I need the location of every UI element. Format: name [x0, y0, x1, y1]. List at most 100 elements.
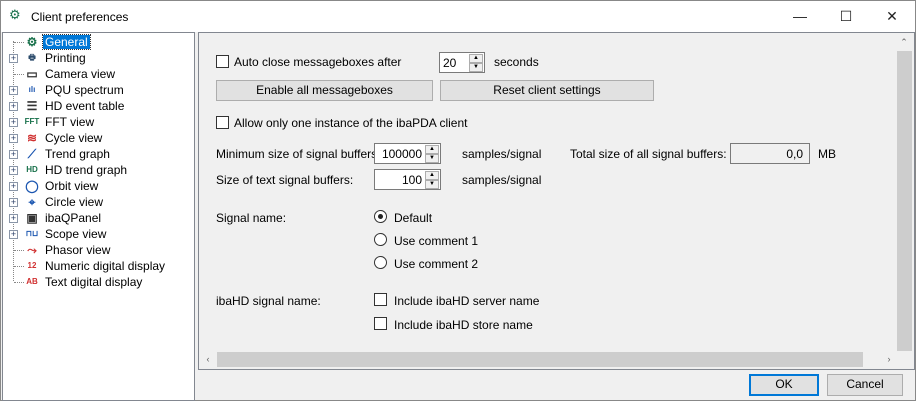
one-instance-checkbox[interactable] [216, 116, 229, 129]
expand-icon[interactable]: + [9, 214, 18, 223]
tree-item-label: Cycle view [45, 131, 103, 145]
fft-icon: FFT [24, 117, 40, 126]
radio-default-label: Default [394, 211, 433, 225]
expand-icon[interactable]: + [9, 182, 18, 191]
spin-up-icon[interactable]: ▲ [425, 171, 439, 180]
unit-label: samples/signal [462, 173, 542, 187]
scroll-left-icon[interactable]: ‹ [200, 351, 216, 368]
include-hd-server-label: Include ibaHD server name [394, 294, 540, 308]
minimize-button[interactable]: — [777, 1, 823, 32]
expand-icon[interactable]: + [9, 54, 18, 63]
expand-icon[interactable]: + [9, 198, 18, 207]
cycle-icon: ≋ [26, 131, 38, 145]
radio-default[interactable] [374, 210, 387, 223]
tree-item-numeric-digital-display[interactable]: 12 Numeric digital display [3, 258, 193, 274]
tree-item-label: Scope view [45, 227, 107, 241]
spin-up-icon[interactable]: ▲ [425, 145, 439, 154]
reset-client-settings-button[interactable]: Reset client settings [440, 80, 654, 101]
hd-trend-icon: HD [26, 165, 38, 174]
tree-item-label: PQU spectrum [45, 83, 124, 97]
title-bar: ⚙ Client preferences — ☐ ✕ [1, 1, 915, 32]
total-size-field: 0,0 [730, 143, 810, 164]
tree-line [14, 74, 24, 75]
expand-icon[interactable]: + [9, 150, 18, 159]
tree-item-phasor-view[interactable]: ⤳ Phasor view [3, 242, 193, 258]
scope-icon: ⊓⊔ [25, 229, 39, 238]
tree-item-label: Numeric digital display [45, 259, 166, 273]
trend-icon: ⟋ [27, 147, 37, 161]
text-size-label: Size of text signal buffers: [216, 173, 354, 187]
close-button[interactable]: ✕ [869, 1, 915, 32]
spectrum-icon: ılı [28, 85, 36, 94]
expand-icon[interactable]: + [9, 86, 18, 95]
enable-all-messageboxes-button[interactable]: Enable all messageboxes [216, 80, 433, 101]
expand-icon[interactable]: + [9, 134, 18, 143]
tree-item-label: Phasor view [45, 243, 111, 257]
tree-item-scope-view[interactable]: + ⊓⊔ Scope view [3, 226, 193, 242]
tree-item-label: Camera view [45, 67, 116, 81]
tree-item-label: HD event table [45, 99, 125, 113]
tree-item-label: Circle view [45, 195, 104, 209]
tree-item-hd-trend-graph[interactable]: + HD HD trend graph [3, 162, 193, 178]
tree-item-circle-view[interactable]: + ⌖ Circle view [3, 194, 193, 210]
radio-comment-1-label: Use comment 1 [394, 234, 479, 248]
event-table-icon: ☰ [26, 99, 38, 113]
client-preferences-window: ⚙ Client preferences — ☐ ✕ ⚙ General + 🖶 Pri… [0, 0, 916, 401]
phasor-icon: ⤳ [27, 243, 37, 257]
min-size-spinner[interactable]: 100000 ▲ ▼ [374, 143, 441, 164]
spin-up-icon[interactable]: ▲ [469, 54, 483, 63]
expand-icon[interactable]: + [9, 166, 18, 175]
text-size-spinner[interactable]: 100 ▲ ▼ [374, 169, 441, 190]
tree-item-trend-graph[interactable]: + ⟋ Trend graph [3, 146, 193, 162]
spin-down-icon[interactable]: ▼ [469, 63, 483, 72]
vertical-scrollbar[interactable]: ⌃ [896, 34, 913, 352]
auto-close-seconds-spinner[interactable]: 20 ▲ ▼ [439, 52, 485, 73]
auto-close-label: Auto close messageboxes after [234, 55, 402, 69]
orbit-icon: ◯ [25, 179, 39, 193]
tree-item-printing[interactable]: + 🖶 Printing [3, 50, 193, 66]
scroll-up-icon[interactable]: ⌃ [896, 34, 912, 51]
printer-icon: 🖶 [28, 53, 36, 62]
horizontal-scrollbar[interactable]: ‹ › [200, 351, 897, 368]
spin-down-icon[interactable]: ▼ [425, 154, 439, 163]
tree-line [14, 250, 24, 251]
tree-line [14, 42, 24, 43]
scrollbar-thumb[interactable] [217, 352, 863, 367]
include-hd-server-checkbox[interactable] [374, 293, 387, 306]
min-size-label: Minimum size of signal buffers: [216, 147, 381, 161]
tree-item-orbit-view[interactable]: + ◯ Orbit view [3, 178, 193, 194]
tree-item-hd-event-table[interactable]: + ☰ HD event table [3, 98, 193, 114]
spin-down-icon[interactable]: ▼ [425, 180, 439, 189]
expand-icon[interactable]: + [9, 118, 18, 127]
tree-item-pqu-spectrum[interactable]: + ılı PQU spectrum [3, 82, 193, 98]
qpanel-icon: ▣ [26, 211, 38, 225]
tree-item-general[interactable]: ⚙ General [3, 34, 193, 50]
tree-item-label: Text digital display [45, 275, 143, 289]
tree-line [14, 266, 24, 267]
ok-button[interactable]: OK [749, 374, 819, 396]
camera-icon: ▭ [26, 67, 38, 81]
include-hd-store-checkbox[interactable] [374, 317, 387, 330]
cancel-button[interactable]: Cancel [827, 374, 903, 396]
total-size-label: Total size of all signal buffers: [570, 147, 727, 161]
tree-item-cycle-view[interactable]: + ≋ Cycle view [3, 130, 193, 146]
auto-close-checkbox[interactable] [216, 55, 229, 68]
tree-item-label: Printing [45, 51, 86, 65]
radio-comment-1[interactable] [374, 233, 387, 246]
tree-item-camera-view[interactable]: ▭ Camera view [3, 66, 193, 82]
mb-label: MB [818, 147, 836, 161]
tree-item-fft-view[interactable]: + FFT FFT view [3, 114, 193, 130]
numeric-display-icon: 12 [27, 261, 37, 270]
tree-item-text-digital-display[interactable]: AB Text digital display [3, 274, 193, 290]
maximize-button[interactable]: ☐ [823, 1, 869, 32]
scroll-right-icon[interactable]: › [881, 351, 897, 368]
tree-item-ibaqpanel[interactable]: + ▣ ibaQPanel [3, 210, 193, 226]
general-settings-panel: Auto close messageboxes after 20 ▲ ▼ seco… [198, 32, 915, 370]
hd-signal-name-label: ibaHD signal name: [216, 294, 321, 308]
expand-icon[interactable]: + [9, 102, 18, 111]
one-instance-label: Allow only one instance of the ibaPDA cl… [234, 116, 468, 130]
scrollbar-thumb[interactable] [897, 51, 912, 351]
radio-comment-2[interactable] [374, 256, 387, 269]
expand-icon[interactable]: + [9, 230, 18, 239]
include-hd-store-label: Include ibaHD store name [394, 318, 533, 332]
